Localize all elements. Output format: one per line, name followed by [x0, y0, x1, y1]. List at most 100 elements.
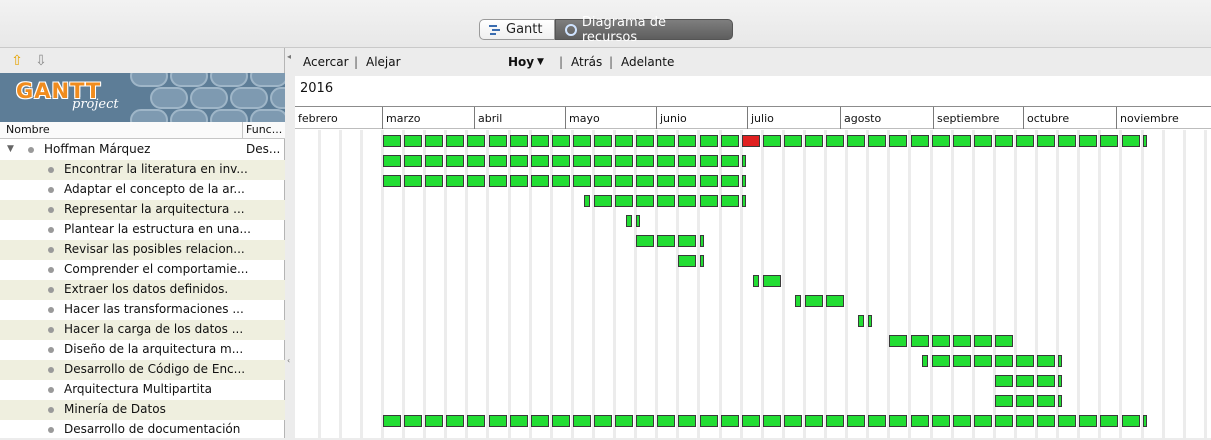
month-label: septiembre: [933, 107, 1023, 129]
collapse-left-icon[interactable]: ◂: [287, 52, 291, 61]
zoom-out-button[interactable]: Alejar: [366, 55, 401, 69]
resource-load-block: [889, 135, 908, 147]
task-load-block: [952, 335, 971, 347]
task-load-block: [551, 415, 570, 427]
task-load-block: [952, 355, 971, 367]
task-row[interactable]: Hacer la carga de los datos ...: [0, 320, 285, 340]
today-button[interactable]: Hoy: [508, 55, 534, 69]
dropdown-arrow-icon[interactable]: ▼: [537, 57, 544, 67]
task-load-block: [509, 155, 528, 167]
task-load-block: [678, 195, 697, 207]
task-load-block: [699, 255, 704, 267]
toolbar-separator: |: [559, 55, 564, 69]
task-bullet-icon: [48, 307, 54, 313]
resource-load-block: [425, 135, 444, 147]
task-load-block: [404, 175, 423, 187]
month-label: julio: [747, 107, 840, 129]
resource-row[interactable]: ▼ Hoffman Márquez Des...: [0, 140, 285, 160]
task-row[interactable]: Arquitectura Multipartita: [0, 380, 285, 400]
task-load-block: [594, 175, 612, 187]
task-row[interactable]: Revisar las posibles relacion...: [0, 240, 285, 260]
gantt-icon: [489, 24, 501, 35]
timeline-year: 2016: [300, 81, 334, 96]
task-load-block: [488, 155, 507, 167]
move-up-icon[interactable]: ⇧: [10, 54, 24, 69]
people-icon: [565, 23, 577, 36]
task-load-block: [1100, 415, 1119, 427]
resource-load-block: [994, 135, 1013, 147]
forward-button[interactable]: Adelante: [621, 55, 674, 69]
resource-load-block: [699, 135, 718, 147]
task-load-block: [583, 195, 590, 207]
back-button[interactable]: Atrás: [571, 55, 602, 69]
task-load-block: [467, 415, 486, 427]
task-load-block: [741, 155, 746, 167]
task-row[interactable]: Representar la arquitectura ...: [0, 200, 285, 220]
task-load-block: [383, 155, 401, 167]
task-bullet-icon: [48, 187, 54, 193]
task-name: Desarrollo de documentación: [64, 422, 241, 436]
task-row[interactable]: Desarrollo de Código de Enc...: [0, 360, 285, 380]
weekend-stripe: [908, 130, 912, 438]
task-load-block: [931, 335, 950, 347]
task-load-block: [1058, 415, 1077, 427]
task-row[interactable]: Encontrar la literatura en inv...: [0, 160, 285, 180]
task-load-block: [594, 155, 612, 167]
column-divider[interactable]: [242, 122, 243, 139]
task-load-block: [1037, 355, 1056, 367]
task-load-block: [1058, 355, 1063, 367]
column-function-header[interactable]: Func...: [246, 123, 282, 136]
tab-resources[interactable]: Diagrama de recursos: [555, 15, 733, 45]
weekend-stripe: [1161, 130, 1165, 438]
column-name-header[interactable]: Nombre: [6, 123, 50, 136]
task-load-block: [657, 195, 676, 207]
task-bullet-icon: [48, 407, 54, 413]
resource-load-grid[interactable]: [295, 130, 1211, 438]
resource-load-block: [1079, 135, 1098, 147]
weekend-stripe: [1035, 130, 1038, 438]
resource-load-block: [783, 135, 802, 147]
task-load-block: [1037, 415, 1056, 427]
task-load-block: [383, 175, 401, 187]
task-load-block: [762, 275, 781, 287]
task-row[interactable]: Comprender el comportamie...: [0, 260, 285, 280]
weekend-stripe: [950, 130, 954, 438]
task-load-block: [994, 375, 1013, 387]
tab-gantt[interactable]: Gantt: [479, 19, 555, 40]
collapse-triangle-icon[interactable]: ▼: [7, 144, 14, 154]
task-row[interactable]: Extraer los datos definidos.: [0, 280, 285, 300]
zoom-in-button[interactable]: Acercar: [303, 55, 349, 69]
resource-load-block: [847, 135, 866, 147]
move-down-icon[interactable]: ⇩: [34, 54, 48, 69]
task-load-block: [572, 415, 591, 427]
task-load-block: [615, 415, 634, 427]
resource-tree-pane: ⇧ ⇩ GANTT project Nombre Func... ▼ Hoffm…: [0, 48, 285, 438]
task-row[interactable]: Diseño de la arquitectura m...: [0, 340, 285, 360]
task-row[interactable]: Adaptar el concepto de la ar...: [0, 180, 285, 200]
task-load-block: [509, 175, 528, 187]
tree-column-header: Nombre Func...: [0, 122, 285, 139]
task-load-block: [910, 415, 929, 427]
task-load-block: [720, 195, 739, 207]
weekend-stripe: [971, 130, 975, 438]
task-load-block: [805, 415, 823, 427]
month-label: febrero: [298, 112, 338, 125]
task-row[interactable]: Hacer las transformaciones ...: [0, 300, 285, 320]
splitter-grip-icon: ‹: [287, 356, 291, 365]
resource-load-block: [720, 135, 739, 147]
task-load-block: [488, 415, 507, 427]
task-row[interactable]: Plantear la estructura en una...: [0, 220, 285, 240]
task-load-block: [783, 415, 802, 427]
task-load-block: [699, 195, 718, 207]
task-name: Diseño de la arquitectura m...: [64, 342, 244, 356]
resource-load-block: [1142, 135, 1147, 147]
task-load-block: [678, 235, 697, 247]
task-load-block: [636, 175, 655, 187]
task-load-block: [446, 175, 465, 187]
task-row[interactable]: Minería de Datos: [0, 400, 285, 420]
task-load-block: [404, 155, 423, 167]
resource-tree: ▼ Hoffman Márquez Des... Encontrar la li…: [0, 140, 285, 440]
resource-load-block: [1037, 135, 1056, 147]
task-row[interactable]: Desarrollo de documentación: [0, 420, 285, 440]
weekend-stripe: [845, 130, 849, 438]
